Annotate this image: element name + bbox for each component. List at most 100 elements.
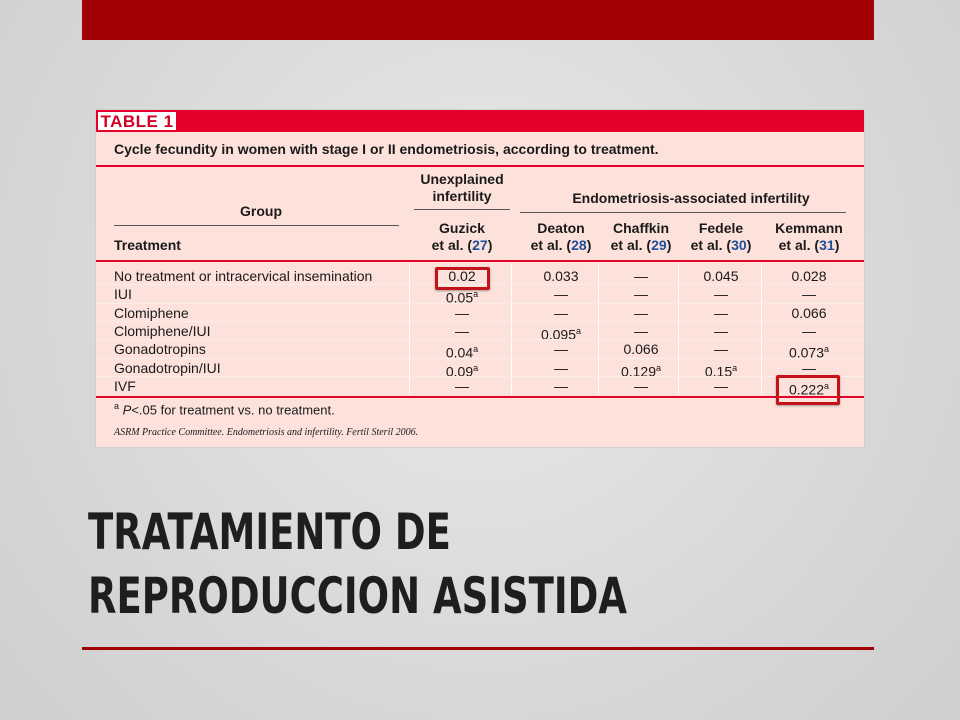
cell-value: — bbox=[714, 322, 728, 339]
column-citation: et al. (30) bbox=[681, 237, 761, 254]
column-etal: et al. ( bbox=[778, 237, 820, 253]
cell-superscript: a bbox=[824, 344, 830, 355]
table-cell: — bbox=[521, 340, 601, 358]
cell-value: — bbox=[802, 286, 816, 303]
cell-value: — bbox=[634, 304, 648, 321]
table-cell: — bbox=[681, 285, 761, 303]
column-header-1: Deaton et al. (28) bbox=[521, 220, 601, 254]
cell-value: — bbox=[714, 286, 728, 303]
column-author: Deaton bbox=[537, 220, 585, 236]
cell-value: — bbox=[554, 359, 568, 376]
table-cell: — bbox=[764, 322, 854, 340]
unexplained-line-2: infertility bbox=[432, 188, 492, 204]
slide-title-line-1: TRATAMIENTO DE bbox=[88, 503, 451, 561]
cell-value: — bbox=[634, 268, 648, 284]
cell-value: — bbox=[714, 304, 728, 321]
cell-value: 0.066 bbox=[791, 304, 827, 321]
slide-title: TRATAMIENTO DE REPRODUCCION ASISTIDA bbox=[88, 500, 665, 628]
cell-value: — bbox=[714, 341, 728, 358]
column-author: Guzick bbox=[439, 220, 485, 236]
table-cell: — bbox=[681, 304, 761, 322]
cell-value: — bbox=[634, 322, 648, 339]
row-treatment: No treatment or intracervical inseminati… bbox=[114, 268, 373, 284]
cell-value: 0.028 bbox=[791, 268, 827, 284]
column-citation: et al. (31) bbox=[764, 237, 854, 254]
table-label-strip bbox=[96, 110, 864, 132]
table-footnote: a P<.05 for treatment vs. no treatment. bbox=[114, 401, 335, 417]
table-cell: — bbox=[681, 322, 761, 340]
row-treatment: Clomiphene/IUI bbox=[114, 322, 211, 339]
table-cell: 0.066 bbox=[764, 304, 854, 322]
table-cell: — bbox=[764, 285, 854, 303]
highlight-box-kemmann-ivf bbox=[776, 375, 840, 405]
caption-rule bbox=[96, 165, 864, 167]
endometriosis-underline bbox=[520, 212, 846, 213]
table-cell: — bbox=[601, 267, 681, 285]
unexplained-header: Unexplained infertility bbox=[412, 171, 512, 205]
endometriosis-header: Endometriosis-associated infertility bbox=[572, 190, 810, 206]
footnote-sup: a bbox=[114, 401, 120, 411]
table-cell: — bbox=[601, 304, 681, 322]
column-ref: 29 bbox=[651, 237, 667, 253]
cell-superscript: a bbox=[732, 362, 738, 373]
cell-value: 0.033 bbox=[543, 268, 579, 284]
column-author: Chaffkin bbox=[613, 220, 669, 236]
cell-value: 0.066 bbox=[623, 341, 659, 358]
cell-value: — bbox=[802, 359, 816, 376]
table-cell: — bbox=[414, 377, 510, 395]
top-accent-bar bbox=[82, 0, 874, 40]
column-header-0: Guzick et al. (27) bbox=[414, 220, 510, 254]
column-etal: et al. ( bbox=[431, 237, 473, 253]
column-ref: 28 bbox=[571, 237, 587, 253]
highlight-box-guzick bbox=[435, 267, 490, 290]
footnote-text: <.05 for treatment vs. no treatment. bbox=[131, 402, 335, 418]
cell-value: — bbox=[554, 377, 568, 394]
column-close: ) bbox=[746, 237, 752, 253]
column-citation: et al. (27) bbox=[414, 237, 510, 254]
table-label: TABLE 1 bbox=[98, 112, 176, 131]
unexplained-line-1: Unexplained bbox=[420, 171, 504, 187]
column-close: ) bbox=[586, 237, 592, 253]
row-treatment: IVF bbox=[114, 377, 136, 394]
table-cell: — bbox=[601, 322, 681, 340]
cell-superscript: a bbox=[473, 362, 479, 373]
cell-value: — bbox=[714, 377, 728, 394]
table-caption: Cycle fecundity in women with stage I or… bbox=[114, 141, 659, 157]
table-cell: — bbox=[521, 285, 601, 303]
column-ref: 31 bbox=[819, 237, 835, 253]
cell-value: — bbox=[802, 322, 816, 339]
cell-value: — bbox=[554, 286, 568, 303]
row-treatment: Gonadotropin/IUI bbox=[114, 359, 221, 376]
row-treatment: IUI bbox=[114, 286, 132, 303]
column-etal: et al. ( bbox=[530, 237, 572, 253]
table-cell: 0.066 bbox=[601, 340, 681, 358]
table-citation: ASRM Practice Committee. Endometriosis a… bbox=[114, 427, 419, 438]
table-cell: — bbox=[414, 304, 510, 322]
column-etal: et al. ( bbox=[690, 237, 732, 253]
table-body: TABLE 1 Cycle fecundity in women with st… bbox=[96, 110, 864, 447]
table-cell: — bbox=[764, 359, 854, 377]
cell-value: — bbox=[634, 286, 648, 303]
cell-value: — bbox=[455, 322, 469, 339]
cell-superscript: a bbox=[473, 344, 479, 355]
column-etal: et al. ( bbox=[610, 237, 652, 253]
table-cell: 0.033 bbox=[521, 267, 601, 285]
cell-value: — bbox=[634, 377, 648, 394]
cell-value: — bbox=[554, 304, 568, 321]
column-author: Kemmann bbox=[775, 220, 843, 236]
table-cell: — bbox=[521, 304, 601, 322]
table-cell: — bbox=[681, 340, 761, 358]
table-cell: — bbox=[601, 285, 681, 303]
row-treatment: Gonadotropins bbox=[114, 341, 206, 358]
cell-value: 0.045 bbox=[703, 268, 739, 284]
table-cell: — bbox=[521, 377, 601, 395]
table-cell: — bbox=[414, 322, 510, 340]
slide-title-line-2: REPRODUCCION ASISTIDA bbox=[88, 567, 628, 625]
footnote-p: P bbox=[122, 402, 132, 418]
cell-superscript: a bbox=[656, 362, 662, 373]
group-underline bbox=[114, 225, 399, 226]
column-close: ) bbox=[666, 237, 672, 253]
column-citation: et al. (29) bbox=[601, 237, 681, 254]
bottom-table-rule bbox=[96, 396, 864, 398]
column-close: ) bbox=[487, 237, 493, 253]
